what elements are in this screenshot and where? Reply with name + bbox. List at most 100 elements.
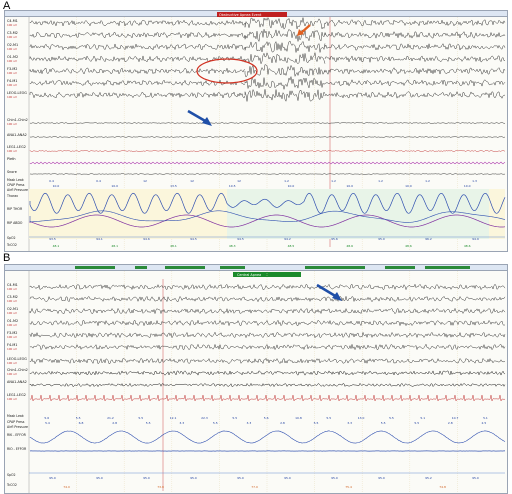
spo2-value: 95.0 xyxy=(49,476,56,480)
leak-value: 12 xyxy=(190,179,194,183)
cpap-value: 10.5 xyxy=(229,184,236,188)
leak-value: 10.7 xyxy=(452,416,459,420)
leak-value: 12.1 xyxy=(170,416,177,420)
channel-scale-o2: 100 uV xyxy=(7,47,17,51)
panel-b-letter: B xyxy=(3,252,11,264)
leg-trace xyxy=(29,149,506,153)
channel-label-pleth: Pleth xyxy=(7,157,16,161)
spo2-value: 95.0 xyxy=(284,476,291,480)
channel-scale-leog: 100 uV xyxy=(7,95,17,99)
channel-scale-chin: 100 uV xyxy=(7,372,17,376)
leg-trace xyxy=(29,394,506,402)
eeg-trace-tail-c3 xyxy=(324,31,506,39)
leak-value: 5.5 xyxy=(138,416,143,420)
channel-scale-chin: 100 uV xyxy=(7,122,17,126)
cpap-value: 5.5 xyxy=(213,421,218,425)
channel-label-rip-thor: RIP THOR xyxy=(7,207,23,211)
channel-label-cpap: CPAP Press xyxy=(7,183,25,187)
spo2-value: 95.0 xyxy=(237,476,244,480)
eeg-trace-tail-leog xyxy=(324,91,506,99)
event-tag-label: Central Apnea xyxy=(237,273,261,277)
cpap-value: 5.4 xyxy=(45,421,50,425)
eeg-trace-tail-o1 xyxy=(324,55,506,63)
cpap-value: 5.5 xyxy=(381,421,386,425)
leak-value: 5.5 xyxy=(76,416,81,420)
eeg-trace-leog xyxy=(29,91,246,99)
cpap-value: 5.5 xyxy=(314,421,319,425)
eeg-trace-c4 xyxy=(29,283,506,291)
channel-label-leak: Mask Leak xyxy=(7,414,24,418)
panel-a-polysomnogram: Obstructive Apnea Event C4-M1 100 uV C3-M2 1… xyxy=(4,10,508,252)
cpap-value: 3.3 xyxy=(179,421,184,425)
hypnogram-segment xyxy=(165,266,205,269)
channel-label-rio-effor: RIO - EFFOR xyxy=(7,447,27,451)
eeg-trace-tail-f4 xyxy=(324,79,506,87)
eeg-trace-f3 xyxy=(29,331,506,339)
leak-value: 22.3 xyxy=(201,416,208,420)
channel-label-snore: Snore xyxy=(7,170,17,174)
cpap-value: 10.0 xyxy=(288,184,295,188)
channel-label-ana: ANA1-ANA2 xyxy=(7,133,27,137)
tcco2-value: 48.1 xyxy=(170,244,177,248)
tcco2-value: 77.0 xyxy=(251,485,258,489)
eeg-burst-leog xyxy=(244,88,326,102)
leak-value: 5.6 xyxy=(264,416,269,420)
channel-scale-leog: 100 uV xyxy=(7,361,17,365)
leak-value: 0.4 xyxy=(96,179,101,183)
channel-label-spo2: SpO2 xyxy=(7,473,16,477)
channel-label-airflow: Airfl Pressure xyxy=(7,425,28,429)
ana-trace xyxy=(29,382,506,388)
chin-trace xyxy=(29,122,506,124)
panel-a-traces: Obstructive Apnea EventC4-M1100 uVC3-M21… xyxy=(6,12,506,251)
channel-label-tcco2: TcCO2 xyxy=(6,483,17,487)
tcco2-value: 48.6 xyxy=(346,244,353,248)
channel-label-spo2: SpO2 xyxy=(7,236,16,240)
leak-value: 1.2 xyxy=(425,179,430,183)
eeg-trace-o1 xyxy=(29,319,506,327)
resp-region-post xyxy=(489,189,505,239)
eeg-trace-f3 xyxy=(29,67,246,75)
leak-value: 12 xyxy=(143,179,147,183)
pleth-trace xyxy=(29,161,506,165)
channel-scale-c3: 100 uV xyxy=(7,35,17,39)
tcco2-value: 48.6 xyxy=(405,244,412,248)
eeg-trace-tail-c4 xyxy=(324,19,506,27)
cpap-value: 3.3 xyxy=(347,421,352,425)
cpap-value: 10.0 xyxy=(111,184,118,188)
leak-value: 1.2 xyxy=(378,179,383,183)
cpap-value: 3.3 xyxy=(247,421,252,425)
eeg-trace-tail-o2 xyxy=(324,43,506,51)
spo2-value: 95.2 xyxy=(425,476,432,480)
channel-scale-f4: 100 uV xyxy=(7,347,17,351)
eeg-burst-c3 xyxy=(244,28,326,43)
cpap-value: 2.8 xyxy=(112,421,117,425)
leak-value: 5.1 xyxy=(420,416,425,420)
leak-value: 5.6 xyxy=(44,416,49,420)
leak-value: 5.5 xyxy=(389,416,394,420)
channel-scale-leg: 100 uV xyxy=(7,397,17,401)
rik-effort-trace xyxy=(29,430,506,444)
eeg-trace-leog xyxy=(29,357,506,365)
leak-value: 13.0 xyxy=(358,416,365,420)
channel-label-rik-effor: RIK - EFFOR xyxy=(7,433,27,437)
spo2-value: 94.5 xyxy=(190,237,197,241)
eeg-trace-tail-f3 xyxy=(324,67,506,75)
spo2-value: 95.0 xyxy=(143,476,150,480)
hypnogram-segment xyxy=(305,266,365,269)
tcco2-value: 48.5 xyxy=(288,244,295,248)
spo2-value: 95.0 xyxy=(96,476,103,480)
leak-value: 0.4 xyxy=(49,179,54,183)
spo2-value: 96.2 xyxy=(425,237,432,241)
cpap-value: 10.0 xyxy=(464,184,471,188)
cpap-value: 5.5 xyxy=(414,421,419,425)
channel-scale-f4: 100 uV xyxy=(7,83,17,87)
spo2-value: 94.5 xyxy=(237,237,244,241)
tcco2-value: 74.8 xyxy=(439,485,446,489)
channel-scale-o2: 100 uV xyxy=(7,311,17,315)
resp-region-event xyxy=(227,189,489,239)
hypnogram-segment xyxy=(220,266,245,269)
channel-label-leak: Mask Leak xyxy=(7,178,24,182)
leak-value: 5.1 xyxy=(483,416,488,420)
leak-value: 5.5 xyxy=(326,416,331,420)
channel-label-tcco2: TcCO2 xyxy=(6,243,17,247)
